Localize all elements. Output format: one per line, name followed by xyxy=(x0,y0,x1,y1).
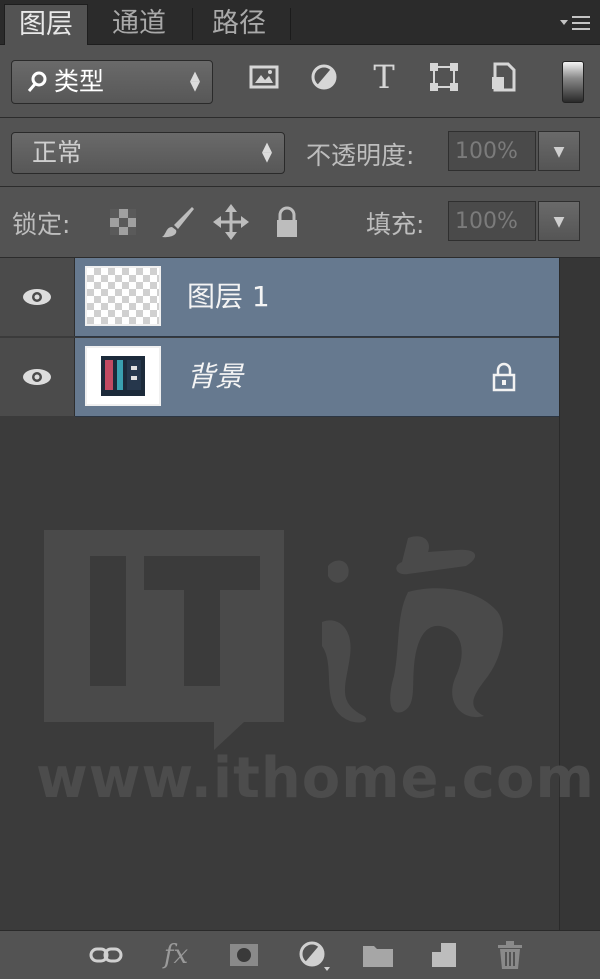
tab-divider xyxy=(290,8,291,40)
visibility-toggle[interactable] xyxy=(0,338,75,416)
fill-label: 填充: xyxy=(366,210,425,239)
filter-toggle-switch[interactable] xyxy=(562,61,584,103)
add-mask-icon[interactable] xyxy=(226,937,262,973)
fill-dropdown-icon[interactable]: ▼ xyxy=(538,201,580,241)
delete-layer-icon[interactable] xyxy=(492,937,528,973)
layer-filter-bar: 类型 ▲ ▼ T xyxy=(0,45,600,118)
opacity-label: 不透明度: xyxy=(306,141,415,170)
new-layer-icon[interactable] xyxy=(426,937,462,973)
smart-object-filter-icon[interactable] xyxy=(486,59,522,95)
lock-position-icon[interactable] xyxy=(212,203,250,241)
layers-footer: fx xyxy=(0,930,600,979)
opacity-dropdown-icon[interactable]: ▼ xyxy=(538,131,580,171)
search-icon xyxy=(26,61,48,116)
lock-bar: 锁定: 填充: 100% ▼ xyxy=(0,187,600,258)
layer-row[interactable]: 背景 xyxy=(75,338,559,417)
lock-label: 锁定: xyxy=(12,210,71,239)
tab-layers[interactable]: 图层 xyxy=(4,4,88,45)
shape-filter-icon[interactable] xyxy=(426,59,462,95)
lock-transparent-icon[interactable] xyxy=(104,203,142,241)
layer-row[interactable]: 图层 1 xyxy=(75,258,559,337)
blend-bar: 正常 ▲ ▼ 不透明度: 100% ▼ xyxy=(0,118,600,187)
tab-channels[interactable]: 通道 xyxy=(98,4,180,44)
lock-image-icon[interactable] xyxy=(158,203,196,241)
tab-divider xyxy=(192,8,193,40)
filter-kind-label: 类型 xyxy=(54,67,105,96)
opacity-input[interactable]: 100% xyxy=(448,131,536,171)
eye-icon xyxy=(23,369,51,385)
fx-icon[interactable]: fx xyxy=(158,937,194,973)
layers-list: 图层 1 背景 www.ithome.com xyxy=(0,258,600,930)
layer-name: 图层 1 xyxy=(187,280,270,313)
blend-mode-label: 正常 xyxy=(32,138,83,167)
adjustment-filter-icon[interactable] xyxy=(306,59,342,95)
tab-paths[interactable]: 路径 xyxy=(198,4,280,44)
eye-icon xyxy=(23,289,51,305)
panel-menu-icon[interactable] xyxy=(558,10,592,36)
layer-name: 背景 xyxy=(187,360,244,393)
updown-arrow-icon: ▲ ▼ xyxy=(190,69,200,94)
fill-input[interactable]: 100% xyxy=(448,201,536,241)
layers-scrollbar[interactable] xyxy=(559,258,600,930)
panel-tabs: 图层 通道 路径 xyxy=(0,0,600,45)
layer-thumbnail-transparent xyxy=(85,266,161,326)
filter-kind-select[interactable]: 类型 ▲ ▼ xyxy=(11,60,213,104)
new-group-icon[interactable] xyxy=(360,937,396,973)
layer-thumbnail-image xyxy=(85,346,161,406)
blend-mode-select[interactable]: 正常 ▲ ▼ xyxy=(11,132,285,174)
link-layers-icon[interactable] xyxy=(88,937,124,973)
layer-lock-icon xyxy=(487,360,521,394)
visibility-toggle[interactable] xyxy=(0,258,75,336)
type-filter-icon[interactable]: T xyxy=(366,59,402,95)
image-filter-icon[interactable] xyxy=(246,59,282,95)
lock-all-icon[interactable] xyxy=(268,203,306,241)
watermark-url: www.ithome.com xyxy=(36,746,595,811)
updown-arrow-icon: ▲ ▼ xyxy=(262,140,272,165)
adjustment-layer-icon[interactable] xyxy=(296,937,332,973)
